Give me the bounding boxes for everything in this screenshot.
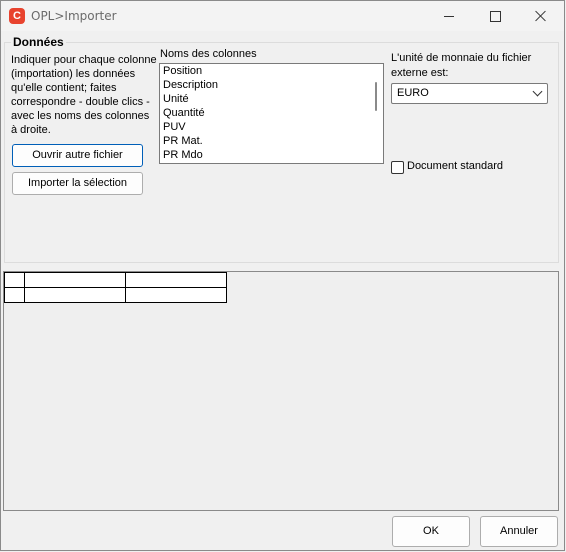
close-button[interactable]	[518, 1, 564, 31]
window-title: OPL>Importer	[31, 9, 117, 23]
list-item[interactable]: Position	[160, 64, 383, 78]
column-names-label: Noms des colonnes	[160, 48, 257, 60]
chevron-down-icon	[532, 86, 543, 97]
list-item[interactable]: Quantité	[160, 106, 383, 120]
title-bar: C OPL>Importer	[1, 1, 564, 31]
list-item[interactable]: PR Mdo	[160, 148, 383, 162]
standard-document-checkbox[interactable]	[391, 161, 404, 174]
app-logo-icon: C	[9, 8, 25, 24]
standard-document-label: Document standard	[407, 160, 503, 172]
grid-column-header[interactable]	[125, 272, 227, 288]
minimize-button[interactable]	[426, 1, 472, 31]
maximize-button[interactable]	[472, 1, 518, 31]
currency-select[interactable]: EURO	[391, 83, 548, 104]
column-names-listbox[interactable]: Position Description Unité Quantité PUV …	[159, 63, 384, 164]
currency-selected-value: EURO	[397, 87, 429, 99]
close-icon	[535, 10, 547, 22]
cancel-button[interactable]: Annuler	[480, 516, 558, 547]
ok-button[interactable]: OK	[392, 516, 470, 547]
grid-cell[interactable]	[24, 287, 126, 303]
grid-cell[interactable]	[125, 287, 227, 303]
grid-column-header[interactable]	[24, 272, 126, 288]
import-data-grid[interactable]	[3, 271, 559, 511]
list-item[interactable]: Description	[160, 78, 383, 92]
maximize-icon	[489, 10, 501, 22]
group-title: Données	[11, 35, 66, 49]
currency-label: L'unité de monnaie du fichier externe es…	[391, 52, 532, 79]
open-file-button[interactable]: Ouvrir autre fichier	[12, 144, 143, 167]
import-selection-button[interactable]: Importer la sélection	[12, 172, 143, 195]
list-item[interactable]: PR Mat.	[160, 134, 383, 148]
grid-row-header[interactable]	[4, 287, 25, 303]
list-item[interactable]: PUV	[160, 120, 383, 134]
list-item[interactable]: Unité	[160, 92, 383, 106]
minimize-icon	[444, 15, 454, 17]
list-scrollbar-thumb[interactable]	[375, 82, 377, 111]
grid-corner-cell[interactable]	[4, 272, 25, 288]
instructions-text: Indiquer pour chaque colonne (importatio…	[11, 54, 157, 136]
